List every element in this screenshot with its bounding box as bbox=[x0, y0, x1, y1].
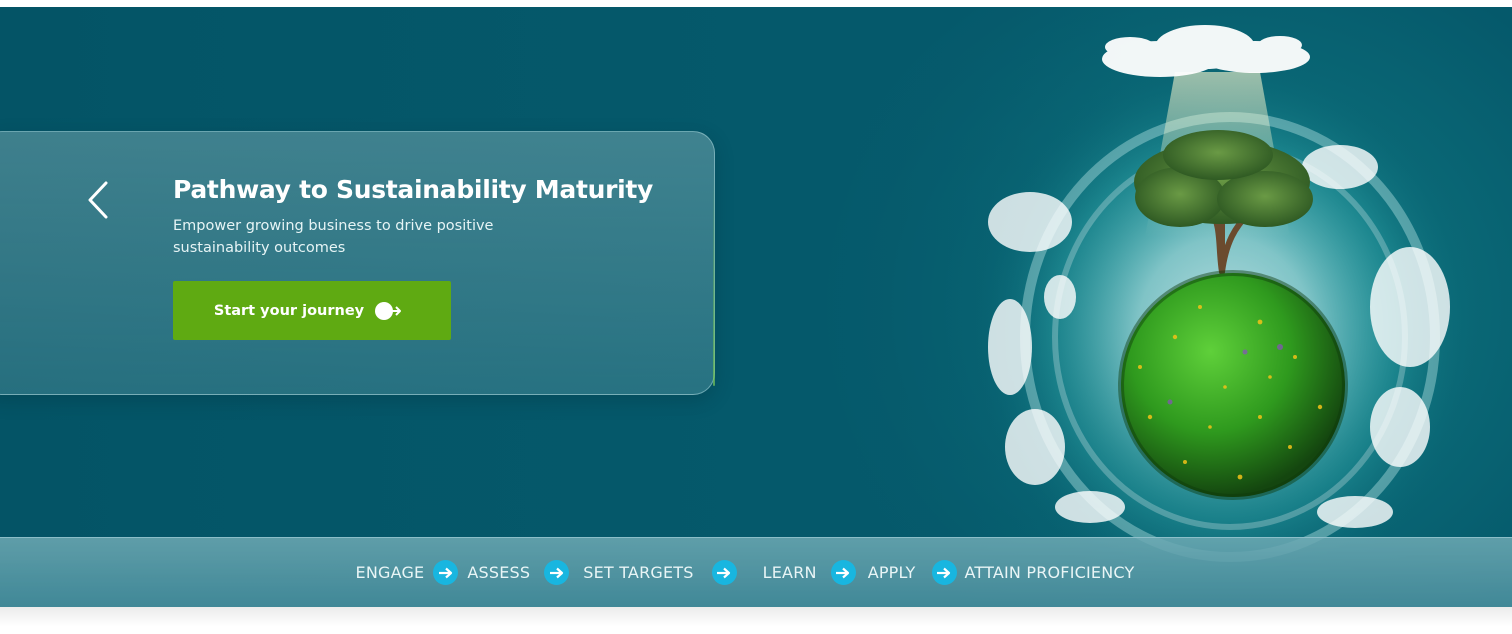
hero-card bbox=[0, 131, 715, 395]
step-attain-proficiency[interactable]: ATTAIN PROFICIENCY bbox=[965, 563, 1135, 582]
globe-tree-illustration bbox=[975, 25, 1475, 602]
arrow-right-icon bbox=[544, 560, 570, 585]
step-learn[interactable]: LEARN bbox=[763, 563, 817, 582]
page-subtitle: Empower growing business to drive positi… bbox=[173, 218, 494, 256]
arrow-right-icon bbox=[711, 560, 737, 585]
start-journey-label: Start your journey bbox=[213, 302, 365, 319]
step-set-targets[interactable]: SET TARGETS bbox=[583, 563, 693, 582]
start-journey-button[interactable]: Start your journey bbox=[173, 281, 451, 340]
pathway-steps: ENGAGE ASSESS SET TARGETS LEARN APPLY AT… bbox=[356, 560, 1135, 585]
step-engage[interactable]: ENGAGE bbox=[356, 563, 425, 582]
step-apply[interactable]: APPLY bbox=[868, 563, 916, 582]
arrow-right-icon bbox=[931, 560, 957, 585]
page-title: Pathway to Sustainability Maturity bbox=[173, 175, 654, 204]
pathway-steps-bar: ENGAGE ASSESS SET TARGETS LEARN APPLY AT… bbox=[0, 537, 1512, 607]
bottom-shadow bbox=[0, 607, 1512, 627]
arrow-exit-icon bbox=[375, 301, 402, 320]
arrow-right-icon bbox=[433, 560, 459, 585]
back-button[interactable] bbox=[82, 177, 116, 223]
arrow-right-icon bbox=[830, 560, 856, 585]
chevron-left-icon bbox=[88, 181, 108, 219]
step-assess[interactable]: ASSESS bbox=[467, 563, 530, 582]
hero-banner: Pathway to Sustainability Maturity Empow… bbox=[0, 7, 1512, 607]
